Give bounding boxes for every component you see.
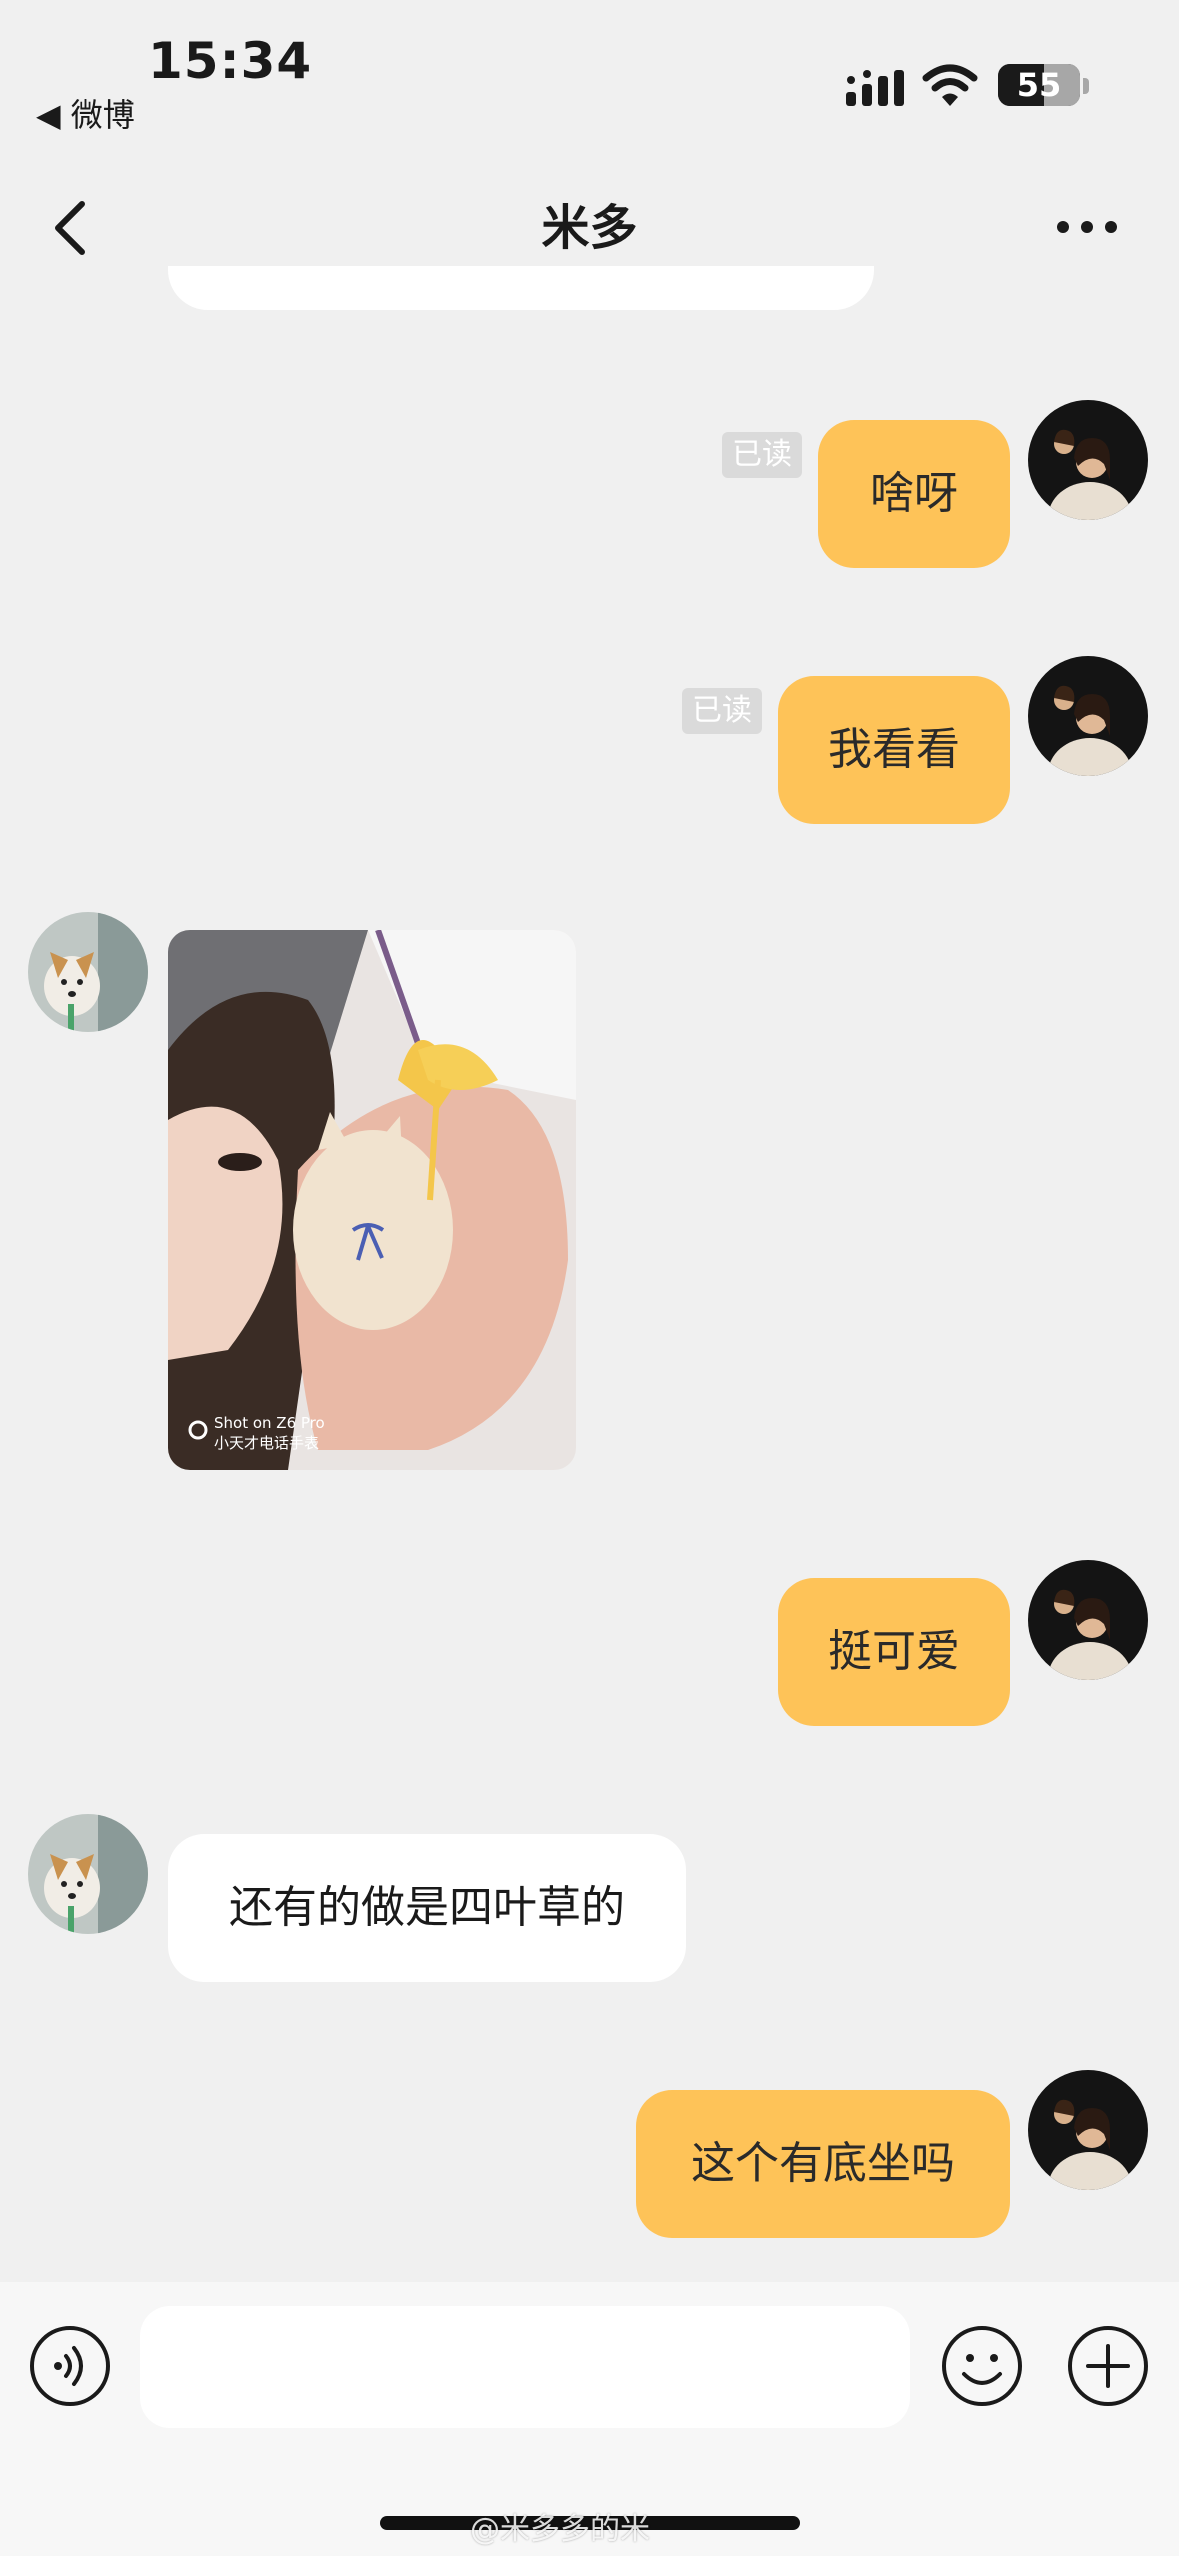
my-avatar[interactable] (1028, 400, 1148, 520)
more-options-icon[interactable] (1056, 212, 1118, 242)
battery-tip (1083, 78, 1089, 94)
message-bubble-mine[interactable]: 我看看 (778, 676, 1010, 824)
message-bubble-mine[interactable]: 这个有底坐吗 (636, 2090, 1010, 2238)
emoji-icon[interactable] (940, 2324, 1024, 2408)
message-input[interactable] (140, 2306, 910, 2428)
read-receipt: 已读 (722, 432, 802, 478)
wifi-icon (922, 64, 978, 106)
photo-toy-held-in-hand: Shot on Z6 Pro 小天才电话手表 (168, 930, 576, 1470)
message-image[interactable]: Shot on Z6 Pro 小天才电话手表 (168, 930, 576, 1470)
chat-title: 米多 (541, 200, 638, 256)
battery-level: 55 (1016, 66, 1062, 104)
watermark: @米多多的米 (470, 2512, 650, 2547)
read-receipt: 已读 (682, 688, 762, 734)
voice-input-icon[interactable] (28, 2324, 112, 2408)
contact-avatar[interactable] (28, 1814, 148, 1934)
my-avatar[interactable] (1028, 1560, 1148, 1680)
battery-indicator: 55 (998, 64, 1080, 106)
message-bubble-theirs[interactable]: 还有的做是四叶草的 (168, 1834, 686, 1982)
photo-caption-line1: Shot on Z6 Pro (214, 1414, 325, 1432)
my-avatar[interactable] (1028, 2070, 1148, 2190)
cellular-signal-icon (846, 70, 904, 106)
message-bubble-mine[interactable]: 啥呀 (818, 420, 1010, 568)
contact-avatar[interactable] (28, 912, 148, 1032)
photo-caption-line2: 小天才电话手表 (214, 1434, 319, 1452)
my-avatar[interactable] (1028, 656, 1148, 776)
status-time: 15:34 (148, 32, 313, 90)
more-actions-plus-icon[interactable] (1066, 2324, 1150, 2408)
previous-message-card (168, 266, 874, 310)
message-bubble-mine[interactable]: 挺可爱 (778, 1578, 1010, 1726)
back-to-app-link[interactable]: ◀ 微博 (36, 90, 135, 136)
